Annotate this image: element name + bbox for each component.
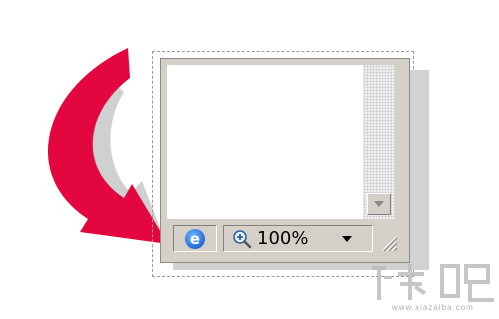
zoom-level-text: 100% [257,228,309,249]
scroll-down-button[interactable] [367,193,391,215]
ie-logo-icon: e [185,228,205,249]
magnifier-zoom-icon [233,230,252,249]
vertical-scrollbar[interactable] [363,65,395,219]
svg-text:e: e [190,230,200,248]
size-grip-icon[interactable] [379,235,397,251]
scroll-down-arrow-icon [374,201,384,207]
status-bar: e 100% [167,223,399,253]
browser-window: e 100% [160,58,410,263]
page-content-area [167,65,363,219]
watermark-url: www.xiazaiba.com [392,303,474,312]
chevron-down-icon[interactable] [341,235,353,243]
security-zone-panel[interactable]: e [173,225,217,252]
zoom-control[interactable]: 100% [223,225,373,252]
